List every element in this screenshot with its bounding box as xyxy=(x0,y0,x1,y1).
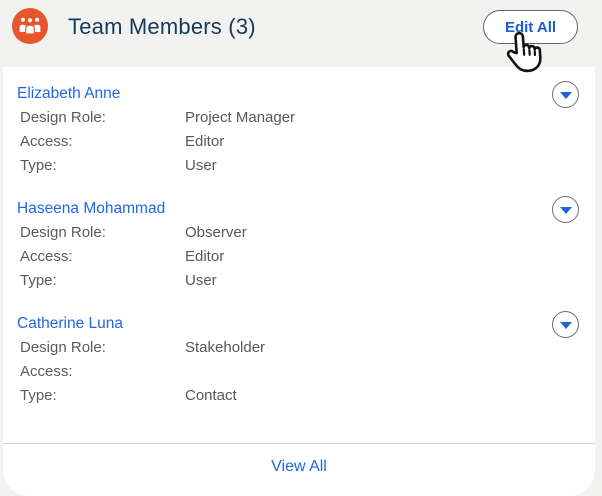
chevron-down-icon xyxy=(559,321,572,329)
field-label-design-role: Design Role: xyxy=(20,108,106,126)
member-name-link[interactable]: Haseena Mohammad xyxy=(17,200,165,218)
member-name-link[interactable]: Catherine Luna xyxy=(17,315,123,333)
chevron-down-icon xyxy=(559,206,572,214)
field-label-type: Type: xyxy=(20,271,57,289)
team-member-card: Elizabeth Anne Design Role: Project Manag… xyxy=(17,80,579,177)
team-members-card: Elizabeth Anne Design Role: Project Manag… xyxy=(3,67,595,496)
team-people-icon xyxy=(12,8,48,44)
team-member-card: Haseena Mohammad Design Role: Observer Ac… xyxy=(17,177,579,292)
member-list: Elizabeth Anne Design Role: Project Manag… xyxy=(3,67,595,407)
field-value-access: Editor xyxy=(185,132,225,150)
member-name-link[interactable]: Elizabeth Anne xyxy=(17,85,120,103)
field-label-design-role: Design Role: xyxy=(20,338,106,356)
field-label-access: Access: xyxy=(20,247,73,265)
member-expand-button[interactable] xyxy=(552,195,579,223)
field-value-type: User xyxy=(185,271,217,289)
field-label-access: Access: xyxy=(20,362,73,380)
field-label-design-role: Design Role: xyxy=(20,223,106,241)
widget-header: Team Members (3) Edit All xyxy=(0,0,602,73)
field-value-design-role: Stakeholder xyxy=(185,338,266,356)
field-value-type: User xyxy=(185,156,217,174)
field-label-type: Type: xyxy=(20,386,57,404)
chevron-down-icon xyxy=(559,91,572,99)
field-label-type: Type: xyxy=(20,156,57,174)
field-label-access: Access: xyxy=(20,132,73,150)
hand-pointer-cursor-icon xyxy=(506,31,542,73)
team-member-card: Catherine Luna Design Role: Stakeholder A… xyxy=(17,292,579,407)
view-all-link[interactable]: View All xyxy=(271,458,327,475)
page-title: Team Members (3) xyxy=(68,14,256,39)
card-footer: View All xyxy=(3,443,595,476)
member-expand-button[interactable] xyxy=(552,80,579,108)
field-value-design-role: Observer xyxy=(185,223,247,241)
team-members-widget: Team Members (3) Edit All Elizabeth Anne… xyxy=(0,0,602,496)
field-value-type: Contact xyxy=(185,386,237,404)
member-expand-button[interactable] xyxy=(552,310,579,338)
field-value-design-role: Project Manager xyxy=(185,108,296,126)
field-value-access: Editor xyxy=(185,247,225,265)
